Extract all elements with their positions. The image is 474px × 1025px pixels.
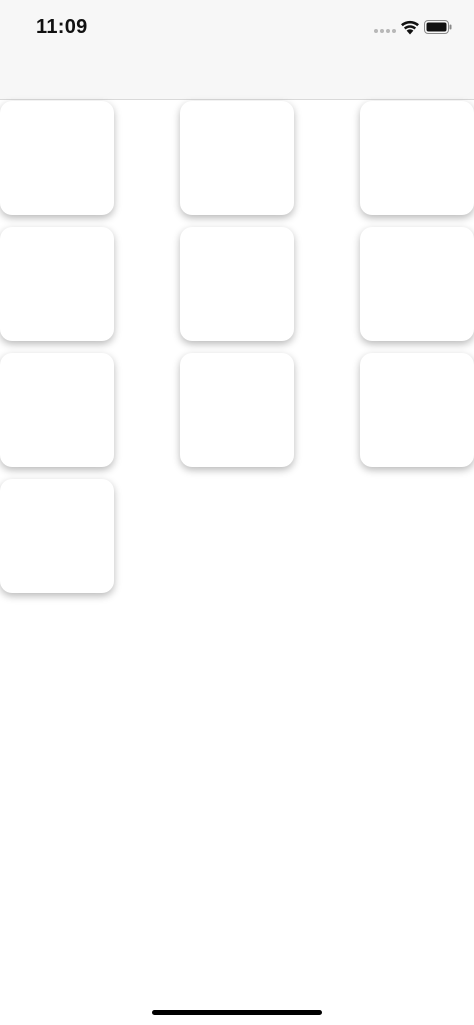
tile-2[interactable] (180, 101, 294, 215)
tile-7[interactable] (0, 353, 114, 467)
tile-6[interactable] (360, 227, 474, 341)
tile-4[interactable] (0, 227, 114, 341)
status-bar: 11:09 (0, 0, 474, 100)
tile-5[interactable] (180, 227, 294, 341)
app-screen: 11:09 (0, 0, 474, 1025)
tile-1[interactable] (0, 101, 114, 215)
tile-8[interactable] (180, 353, 294, 467)
tile-10[interactable] (0, 479, 114, 593)
wifi-icon (401, 20, 419, 35)
home-indicator[interactable] (152, 1010, 322, 1015)
cellular-signal-icon (374, 29, 396, 33)
status-time: 11:09 (36, 16, 88, 38)
battery-icon (424, 20, 452, 34)
tile-3[interactable] (360, 101, 474, 215)
tile-9[interactable] (360, 353, 474, 467)
